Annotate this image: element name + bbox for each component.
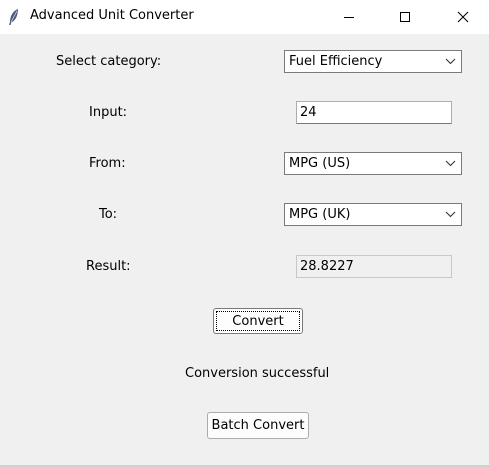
category-select[interactable]: Fuel Efficiency <box>284 50 462 73</box>
chevron-down-icon <box>445 58 456 65</box>
close-button[interactable] <box>440 0 486 34</box>
title-bar: Advanced Unit Converter <box>0 0 489 34</box>
chevron-down-icon <box>445 211 456 218</box>
from-unit-select[interactable]: MPG (US) <box>284 152 462 175</box>
from-unit-select-value: MPG (US) <box>289 156 351 171</box>
input-label: Input: <box>89 105 128 120</box>
input-field-value: 24 <box>300 105 317 120</box>
to-unit-select-value: MPG (UK) <box>289 207 351 222</box>
input-field[interactable]: 24 <box>296 101 452 124</box>
chevron-down-icon <box>445 160 456 167</box>
close-icon <box>457 11 469 23</box>
category-select-value: Fuel Efficiency <box>289 54 383 69</box>
result-field-value: 28.8227 <box>300 259 354 274</box>
maximize-button[interactable] <box>382 0 428 34</box>
status-message: Conversion successful <box>185 366 330 381</box>
category-label: Select category: <box>56 54 162 69</box>
minimize-icon <box>344 17 354 18</box>
to-unit-select[interactable]: MPG (UK) <box>284 203 462 226</box>
to-label: To: <box>99 207 118 222</box>
from-label: From: <box>89 156 126 171</box>
maximize-icon <box>400 12 410 22</box>
batch-convert-button[interactable]: Batch Convert <box>207 412 309 439</box>
result-label: Result: <box>86 259 131 274</box>
feather-icon <box>9 9 18 25</box>
window-title: Advanced Unit Converter <box>30 8 194 23</box>
result-field[interactable]: 28.8227 <box>296 255 452 278</box>
minimize-button[interactable] <box>326 0 372 34</box>
convert-button[interactable]: Convert <box>213 308 303 334</box>
